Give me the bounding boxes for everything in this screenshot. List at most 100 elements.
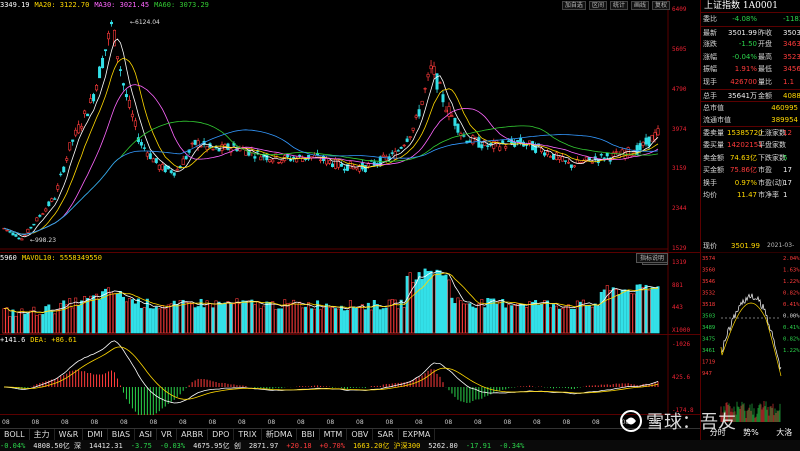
volume-bar	[196, 306, 200, 334]
intraday-mini-chart[interactable]: 3574 3560 3546 3532 3518 3503 3489 3475 3461 1719…	[701, 252, 800, 427]
tab-w&r[interactable]: W&R	[55, 428, 84, 441]
toolbar-button-2[interactable]: 统计	[609, 1, 628, 10]
tab-obv[interactable]: OBV	[347, 428, 374, 441]
macd-axis: -1026 425.6 -174.8	[670, 335, 700, 415]
volume-bar	[462, 303, 466, 334]
tab-arbr[interactable]: ARBR	[177, 428, 209, 441]
quote-value-2: 17	[783, 166, 792, 175]
date-tick: 08	[91, 419, 99, 426]
toolbar-button-4[interactable]: 复权	[651, 1, 670, 10]
quote-rows: 委比 -4.08% -11835 最新3501.99昨收3503涨跌 -1.50开盘 34…	[701, 13, 800, 202]
tab-boll[interactable]: BOLL	[0, 428, 30, 441]
candle-body	[381, 154, 385, 157]
date-tick: 08	[415, 419, 423, 426]
toolbar-button-1[interactable]: 区间	[588, 1, 607, 10]
volume-bar	[378, 309, 382, 334]
volume-bar	[244, 300, 248, 334]
price-axis-tick: 2344	[672, 205, 687, 213]
volume-bar	[47, 304, 51, 334]
candle-body	[641, 141, 645, 146]
candlestick-chart[interactable]: ←6124.04 ←998.23	[0, 0, 700, 253]
dif-line	[3, 340, 659, 404]
quote-label-2: 市盈	[758, 166, 772, 175]
volume-bar	[381, 308, 385, 334]
volume-bar	[348, 300, 352, 334]
quote-row: 最新 3501.99 昨收 3503	[701, 25, 800, 39]
quote-row: 换手 0.97% 市盈(动) 17	[701, 177, 800, 190]
candle-body	[181, 158, 185, 165]
candle-body	[650, 135, 654, 142]
volume-bar	[459, 300, 463, 334]
mini-tab-2[interactable]: 大洛	[776, 427, 792, 438]
tab-主力[interactable]: 主力	[30, 428, 55, 441]
tab-bbi[interactable]: BBI	[297, 428, 320, 441]
candle-body	[498, 146, 502, 151]
mini-tab-1[interactable]: 势%	[743, 427, 759, 438]
volume-bar	[86, 298, 90, 334]
quote-value-2: 1	[783, 191, 788, 200]
candle-body	[426, 74, 430, 78]
candle-body	[50, 198, 54, 202]
price-pane[interactable]: ←6124.04 ←998.23 3349.19 MA20: 3122.70 MA30…	[0, 0, 700, 253]
candle-body	[115, 56, 119, 60]
volume-bar	[551, 304, 555, 334]
candle-body	[423, 88, 427, 90]
tab-bias[interactable]: BIAS	[108, 428, 136, 441]
tab-dpo[interactable]: DPO	[208, 428, 235, 441]
tab-vr[interactable]: VR	[157, 428, 178, 441]
quote-value-2: 3523	[783, 52, 800, 61]
low-annotation: ←998.23	[30, 237, 56, 244]
candle-body	[95, 85, 99, 91]
tab-sar[interactable]: SAR	[373, 428, 399, 441]
candle-body	[551, 154, 555, 160]
macd-chart[interactable]	[0, 335, 700, 415]
tab-新dma[interactable]: 新DMA	[262, 428, 298, 441]
volume-bar	[507, 304, 511, 334]
volume-chart[interactable]	[0, 253, 700, 335]
indicator-help-button[interactable]: 指标说明	[635, 253, 668, 263]
price-axis: 6409 5605 4790 3974 3159 2344 1529	[670, 0, 700, 253]
volume-bar	[638, 284, 642, 334]
current-price-value: 3501.99	[731, 242, 760, 250]
tab-trix[interactable]: TRIX	[234, 428, 262, 441]
kline-chart-panel[interactable]: ←6124.04 ←998.23 3349.19 MA20: 3122.70 MA30…	[0, 0, 700, 428]
tab-mtm[interactable]: MTM	[320, 428, 348, 441]
tab-asi[interactable]: ASI	[135, 428, 158, 441]
quote-label-2: 最高	[758, 52, 772, 61]
volume-bar	[98, 299, 102, 334]
candle-body	[486, 145, 490, 147]
candle-body	[68, 142, 72, 151]
tab-expma[interactable]: EXPMA	[399, 428, 436, 441]
quote-row: 涨跌 -1.50 开盘 3463	[701, 38, 800, 51]
macd-axis-tick: -1026	[672, 341, 691, 348]
quote-value: 14202151	[727, 140, 763, 149]
volume-bar	[498, 301, 502, 334]
macd-legend: +141.6 DEA: +86.61	[0, 336, 82, 344]
volume-bar	[238, 303, 242, 334]
toolbar-button-3[interactable]: 画线	[630, 1, 649, 10]
candle-body	[148, 153, 152, 160]
candle-body	[414, 115, 418, 118]
mini-left-tick: 3518	[702, 302, 715, 308]
volume-bar	[148, 308, 152, 334]
quote-value-2: 3456	[783, 65, 800, 74]
volume-bar	[554, 305, 558, 334]
volume-bar	[44, 306, 48, 334]
toolbar-button-0[interactable]: 加自选	[561, 1, 586, 10]
volume-bar	[56, 309, 60, 334]
volume-bar	[333, 308, 337, 334]
macd-pane[interactable]: +141.6 DEA: +86.61 指标说明 -1026 425.6 -174.8	[0, 253, 700, 415]
volume-pane[interactable]: 5960MAVOL10: 5558349550 成交量 1319881443X1…	[0, 253, 700, 335]
candle-body	[653, 132, 657, 140]
candle-body	[599, 154, 603, 156]
candle-body	[271, 159, 275, 163]
date-tick: 08	[120, 419, 128, 426]
volume-bar	[17, 312, 21, 334]
tab-dmi[interactable]: DMI	[83, 428, 108, 441]
price-axis-tick: 5605	[672, 45, 687, 53]
volume-bar	[450, 297, 454, 334]
volume-bar	[130, 299, 134, 334]
volume-bar	[74, 297, 78, 334]
price-axis-tick: 3974	[672, 125, 687, 133]
market-cap-value: 389954	[771, 115, 798, 124]
